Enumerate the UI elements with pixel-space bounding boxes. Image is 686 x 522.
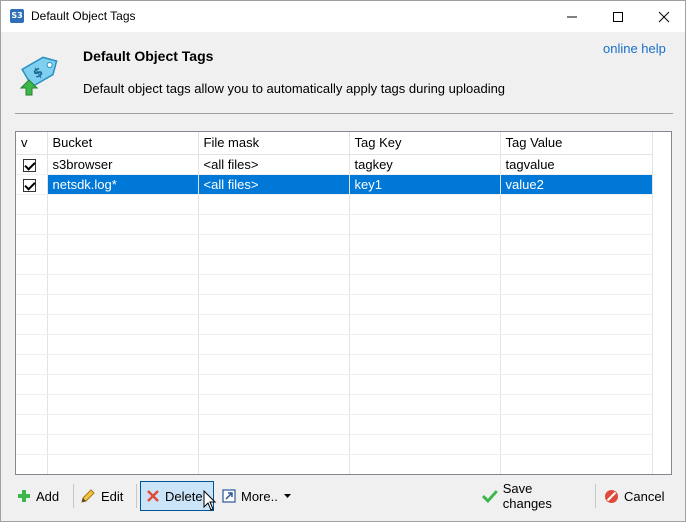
minimize-icon <box>567 16 577 17</box>
cancel-icon <box>605 489 618 503</box>
grid-right-border <box>652 132 653 474</box>
empty-row <box>16 294 653 315</box>
row-checkbox-cell[interactable] <box>16 174 48 195</box>
empty-row <box>16 374 653 395</box>
table-row-selected[interactable]: netsdk.log* <all files> key1 value2 <box>16 174 653 195</box>
column-header-file-mask[interactable]: File mask <box>198 132 350 155</box>
empty-row <box>16 314 653 335</box>
save-button-label: Save changes <box>502 481 552 511</box>
cancel-button-label: Cancel <box>624 488 665 504</box>
empty-row <box>16 454 653 474</box>
window-title: Default Object Tags <box>31 9 136 23</box>
column-header-tag-value[interactable]: Tag Value <box>500 132 653 155</box>
empty-row <box>16 214 653 235</box>
empty-row <box>16 434 653 455</box>
app-icon: S3 <box>10 9 24 23</box>
header-description: Default object tags allow you to automat… <box>83 81 506 96</box>
bucket-cell[interactable]: s3browser <box>47 154 199 175</box>
edit-button-label: Edit <box>101 488 124 504</box>
close-icon <box>658 11 670 22</box>
tags-grid[interactable]: v Bucket File mask Tag Key Tag Value s3b… <box>15 131 672 475</box>
empty-row <box>16 194 653 215</box>
bottom-toolbar: Add Edit Delete More.. Save changes Canc… <box>1 481 685 521</box>
dropdown-arrow-icon <box>283 494 291 498</box>
more-dropdown-button[interactable]: More.. <box>219 481 294 511</box>
toolbar-divider <box>136 484 137 508</box>
maximize-button[interactable] <box>595 1 641 32</box>
row-checkbox-cell[interactable] <box>16 154 48 175</box>
pencil-icon <box>81 489 95 503</box>
tag-value-cell[interactable]: value2 <box>500 174 653 195</box>
edit-button[interactable]: Edit <box>78 481 133 511</box>
column-header-tag-key[interactable]: Tag Key <box>349 132 501 155</box>
table-row[interactable]: s3browser <all files> tagkey tagvalue <box>16 154 653 175</box>
add-button-label: Add <box>36 488 60 504</box>
save-changes-button[interactable]: Save changes <box>480 481 584 511</box>
dialog-header: $ Default Object Tags Default object tag… <box>1 32 685 122</box>
tag-icon: $ <box>19 56 58 96</box>
dialog-window: S3 Default Object Tags $ Default Object … <box>0 0 686 522</box>
checkmark-icon <box>482 490 498 503</box>
tag-key-cell[interactable]: tagkey <box>349 154 501 175</box>
tag-value-cell[interactable]: tagvalue <box>500 154 653 175</box>
empty-row <box>16 414 653 435</box>
file-mask-cell[interactable]: <all files> <box>198 154 350 175</box>
cancel-button[interactable]: Cancel <box>602 481 672 511</box>
delete-button-label: Delete <box>165 488 203 504</box>
header-title: Default Object Tags <box>83 48 214 64</box>
column-header-v[interactable]: v <box>16 132 48 155</box>
plus-icon <box>18 490 30 502</box>
delete-x-icon <box>147 490 159 502</box>
tag-key-cell[interactable]: key1 <box>349 174 501 195</box>
more-button-label: More.. <box>241 488 278 504</box>
external-link-icon <box>222 489 236 503</box>
empty-row <box>16 234 653 255</box>
close-button[interactable] <box>641 1 686 32</box>
file-mask-cell[interactable]: <all files> <box>198 174 350 195</box>
empty-row <box>16 274 653 295</box>
empty-row <box>16 334 653 355</box>
add-button[interactable]: Add <box>15 481 69 511</box>
mouse-cursor-icon <box>203 490 217 511</box>
column-header-bucket[interactable]: Bucket <box>47 132 199 155</box>
bucket-cell[interactable]: netsdk.log* <box>47 174 199 195</box>
empty-row <box>16 254 653 275</box>
toolbar-divider <box>595 484 596 508</box>
title-bar: S3 Default Object Tags <box>1 1 685 32</box>
empty-row <box>16 394 653 415</box>
row-checkbox[interactable] <box>23 178 36 192</box>
empty-row <box>16 354 653 375</box>
minimize-button[interactable] <box>549 1 595 32</box>
online-help-link[interactable]: online help <box>603 41 666 56</box>
toolbar-divider <box>73 484 74 508</box>
grid-header-row: v Bucket File mask Tag Key Tag Value <box>16 132 653 155</box>
row-checkbox[interactable] <box>23 158 36 172</box>
maximize-icon <box>613 11 623 22</box>
header-separator <box>15 113 673 114</box>
